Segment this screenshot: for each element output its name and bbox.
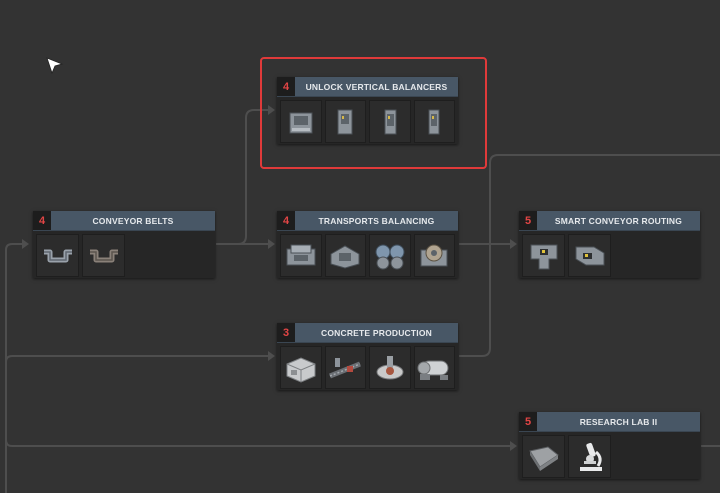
node-title: CONVEYOR BELTS [92, 215, 174, 226]
node-cost: 5 [519, 211, 537, 230]
mouse-cursor-icon [46, 57, 64, 75]
book-icon[interactable] [522, 435, 565, 478]
node-header: 5 RESEARCH LAB II [519, 412, 700, 432]
vertical-balancer-icon[interactable] [280, 100, 322, 143]
conveyor-belt-icon[interactable] [36, 234, 79, 277]
wire-trunk-to-concrete [5, 355, 268, 363]
node-title: UNLOCK VERTICAL BALANCERS [305, 81, 448, 92]
splitter-icon[interactable] [324, 234, 366, 277]
vertical-tunnel-mirrored-icon[interactable] [413, 100, 455, 143]
assembly-line-icon[interactable] [324, 346, 366, 389]
node-header: 3 CONCRETE PRODUCTION [277, 323, 458, 343]
node-cost: 4 [33, 211, 51, 230]
node-cost: 5 [519, 412, 537, 431]
node-header: 4 TRANSPORTS BALANCING [277, 211, 458, 231]
node-header: 4 CONVEYOR BELTS [33, 211, 215, 231]
research-node-conveyor-belts[interactable]: 4 CONVEYOR BELTS [33, 211, 215, 278]
wire-trunk-to-research [5, 439, 510, 447]
node-title: RESEARCH LAB II [579, 416, 658, 427]
node-cost: 3 [277, 323, 295, 342]
hub-icon[interactable] [413, 234, 455, 277]
arrow-research [510, 441, 517, 451]
wire-to-conveyor-belts [5, 243, 22, 251]
node-title: TRANSPORTS BALANCING [318, 215, 435, 226]
research-node-research-lab-ii[interactable]: 5 RESEARCH LAB II [519, 412, 700, 479]
arrow-concrete [268, 351, 275, 361]
node-cost: 4 [277, 211, 295, 230]
conveyor-belt-alt-icon[interactable] [82, 234, 125, 277]
node-title: SMART CONVEYOR ROUTING [554, 215, 683, 226]
concrete-block-icon[interactable] [280, 346, 322, 389]
node-title: CONCRETE PRODUCTION [321, 327, 432, 338]
research-node-concrete-production[interactable]: 3 CONCRETE PRODUCTION [277, 323, 458, 390]
node-header: 5 SMART CONVEYOR ROUTING [519, 211, 700, 231]
mixer-icon[interactable] [369, 346, 411, 389]
research-node-unlock-vertical-balancers[interactable]: 4 UNLOCK VERTICAL BALANCERS [277, 77, 458, 144]
node-header: 4 UNLOCK VERTICAL BALANCERS [277, 77, 458, 97]
vertical-balancer-mirrored-icon[interactable] [324, 100, 366, 143]
kiln-icon[interactable] [413, 346, 455, 389]
arrow-conveyor-belts [22, 239, 29, 249]
arrow-transports [268, 239, 275, 249]
node-cost: 4 [277, 77, 295, 96]
research-node-smart-conveyor-routing[interactable]: 5 SMART CONVEYOR ROUTING [519, 211, 700, 278]
arrow-smart [510, 239, 517, 249]
merger-icon[interactable] [369, 234, 411, 277]
smart-router-icon[interactable] [522, 234, 565, 277]
balancer-icon[interactable] [280, 234, 322, 277]
research-node-transports-balancing[interactable]: 4 TRANSPORTS BALANCING [277, 211, 458, 278]
vertical-tunnel-icon[interactable] [369, 100, 411, 143]
smart-router-mirrored-icon[interactable] [568, 234, 611, 277]
microscope-icon[interactable] [568, 435, 611, 478]
